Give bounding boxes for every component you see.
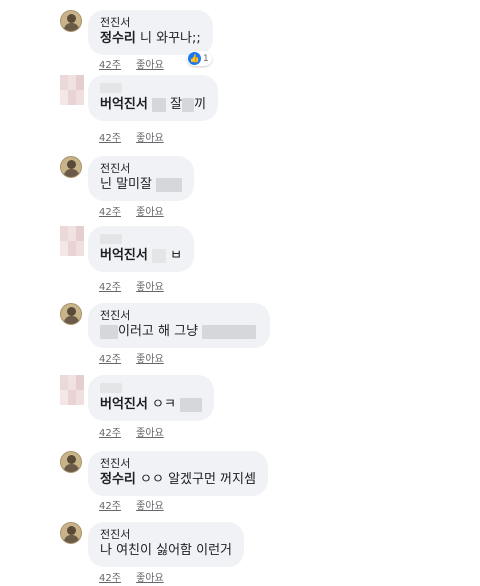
comment-bubble: 버억진서 ㅂ bbox=[88, 226, 195, 272]
avatar[interactable] bbox=[60, 522, 82, 544]
timestamp-link[interactable]: 42주 bbox=[99, 354, 121, 365]
timestamp-link[interactable]: 42주 bbox=[99, 207, 121, 218]
avatar[interactable] bbox=[60, 375, 84, 405]
redacted-text bbox=[151, 248, 166, 263]
comment-text: 버억진서 잘끼 bbox=[100, 96, 206, 114]
redacted-text bbox=[156, 177, 183, 192]
comment-text: 버억진서 ㅂ bbox=[100, 247, 182, 265]
comment-body: 닌 말미잘 bbox=[100, 177, 152, 192]
thumbs-up-icon: 👍 bbox=[188, 52, 201, 65]
like-link[interactable]: 좋아요 bbox=[136, 207, 164, 218]
comment-bubble: 전진서 닌 말미잘 bbox=[88, 156, 195, 201]
timestamp-link[interactable]: 42주 bbox=[99, 501, 121, 512]
comment-body: ㅇㅇ 알겠구먼 꺼지셈 bbox=[140, 472, 256, 487]
avatar[interactable] bbox=[60, 226, 84, 256]
author-redacted bbox=[100, 383, 122, 393]
comment-meta: 42주 좋아요 bbox=[99, 129, 176, 144]
timestamp-link[interactable]: 42주 bbox=[99, 60, 121, 71]
comment-author[interactable]: 전진서 bbox=[100, 457, 256, 471]
comment-bubble: 전진서 이러고 해 그냥 bbox=[88, 303, 271, 348]
mention[interactable]: 정수리 bbox=[100, 472, 136, 487]
redacted-text bbox=[100, 324, 118, 339]
comment-body: 나 여친이 싫어함 이런거 bbox=[100, 543, 232, 558]
comment-meta: 42주 좋아요 bbox=[99, 278, 176, 293]
reaction-count: 1 bbox=[203, 53, 209, 64]
comment-text: 버억진서 ㅇㅋ bbox=[100, 396, 203, 414]
comment-body: ㅂ bbox=[170, 248, 183, 263]
author-redacted bbox=[100, 234, 122, 244]
comment-meta: 42주 좋아요 bbox=[99, 56, 176, 71]
like-link[interactable]: 좋아요 bbox=[136, 133, 164, 144]
comment-body: 끼 bbox=[194, 97, 207, 112]
comment-bubble: 버억진서 ㅇㅋ bbox=[88, 375, 215, 421]
comment-meta: 42주 좋아요 bbox=[99, 203, 176, 218]
timestamp-link[interactable]: 42주 bbox=[99, 428, 121, 439]
comment-meta: 42주 좋아요 bbox=[99, 424, 176, 439]
redacted-text bbox=[182, 97, 195, 112]
redacted-text bbox=[180, 397, 203, 412]
avatar[interactable] bbox=[60, 75, 84, 105]
avatar[interactable] bbox=[60, 10, 82, 32]
like-link[interactable]: 좋아요 bbox=[136, 354, 164, 365]
mention[interactable]: 정수리 bbox=[100, 31, 136, 46]
comment-meta: 42주 좋아요 bbox=[99, 350, 176, 365]
comment-author[interactable]: 전진서 bbox=[100, 309, 256, 323]
avatar[interactable] bbox=[60, 156, 82, 178]
avatar[interactable] bbox=[60, 303, 82, 325]
comment-author[interactable]: 전진서 bbox=[100, 162, 182, 176]
like-link[interactable]: 좋아요 bbox=[136, 282, 164, 293]
comment-text: 정수리 니 와꾸나;; bbox=[100, 30, 201, 48]
like-link[interactable]: 좋아요 bbox=[136, 428, 164, 439]
comment-body: 잘 bbox=[170, 97, 183, 112]
like-link[interactable]: 좋아요 bbox=[136, 501, 164, 512]
comment-text: 정수리 ㅇㅇ 알겠구먼 꺼지셈 bbox=[100, 471, 256, 489]
comment-meta: 42주 좋아요 bbox=[99, 569, 176, 584]
timestamp-link[interactable]: 42주 bbox=[99, 573, 121, 584]
mention[interactable]: 버억진서 bbox=[100, 97, 148, 112]
comment-body: 니 와꾸나;; bbox=[140, 31, 201, 46]
author-redacted bbox=[100, 83, 122, 93]
comment-bubble: 버억진서 잘끼 bbox=[88, 75, 219, 121]
comment-text: 나 여친이 싫어함 이런거 bbox=[100, 542, 232, 560]
comment-text: 이러고 해 그냥 bbox=[100, 323, 257, 341]
timestamp-link[interactable]: 42주 bbox=[99, 282, 121, 293]
mention[interactable]: 버억진서 bbox=[100, 397, 148, 412]
like-link[interactable]: 좋아요 bbox=[136, 573, 164, 584]
comment-author[interactable]: 전진서 bbox=[100, 16, 201, 30]
avatar[interactable] bbox=[60, 451, 82, 473]
mention[interactable]: 버억진서 bbox=[100, 248, 148, 263]
redacted-text bbox=[202, 324, 257, 339]
timestamp-link[interactable]: 42주 bbox=[99, 133, 121, 144]
redacted-text bbox=[151, 97, 166, 112]
comment-body: ㅇㅋ bbox=[151, 397, 176, 412]
comment-bubble: 전진서 정수리 니 와꾸나;; bbox=[88, 10, 213, 55]
comment-bubble: 전진서 나 여친이 싫어함 이런거 bbox=[88, 522, 244, 567]
reaction-badge[interactable]: 👍 1 bbox=[187, 51, 212, 66]
comment-body: 이러고 해 그냥 bbox=[118, 324, 199, 339]
comment-text: 닌 말미잘 bbox=[100, 176, 183, 194]
comment-author[interactable]: 전진서 bbox=[100, 528, 232, 542]
comment-bubble: 전진서 정수리 ㅇㅇ 알겠구먼 꺼지셈 bbox=[88, 451, 268, 496]
comment-meta: 42주 좋아요 bbox=[99, 497, 176, 512]
like-link[interactable]: 좋아요 bbox=[136, 60, 164, 71]
